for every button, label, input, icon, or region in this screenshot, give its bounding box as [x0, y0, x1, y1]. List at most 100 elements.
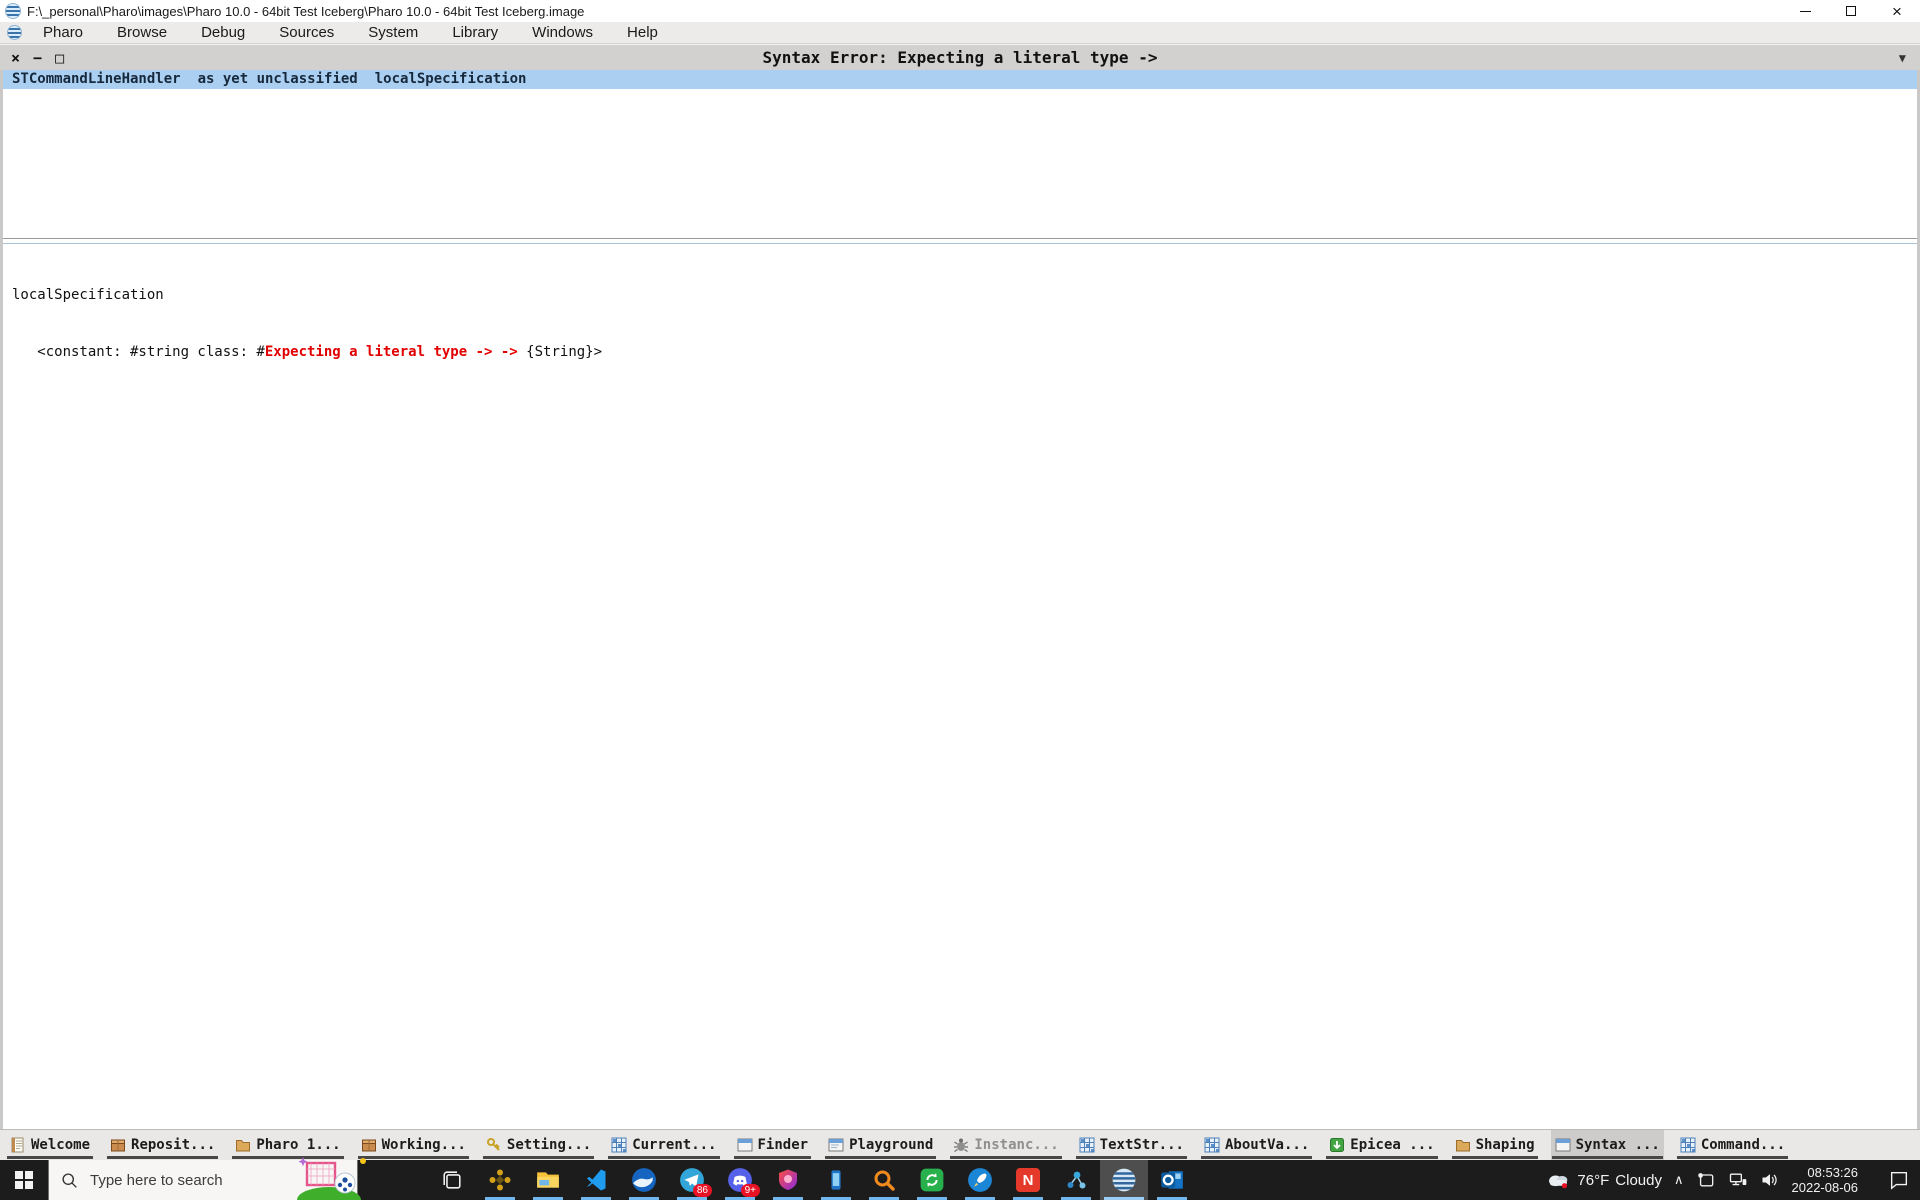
code-line-2: <constant: #string class: #Expecting a l…: [12, 344, 603, 360]
task-finder[interactable]: Finder: [733, 1130, 813, 1160]
task-aboutvalue[interactable]: AboutVa...: [1200, 1130, 1313, 1160]
menu-system[interactable]: System: [351, 24, 435, 41]
task-syntax-error[interactable]: Syntax ...: [1550, 1130, 1664, 1160]
clock-date: 2022-08-06: [1791, 1180, 1859, 1195]
taskbar-file-explorer-button[interactable]: [524, 1160, 572, 1200]
table-icon: [1079, 1137, 1095, 1153]
start-button[interactable]: [0, 1160, 48, 1200]
taskbar-discord-button[interactable]: 9+: [716, 1160, 764, 1200]
taskbar-vscode-button[interactable]: [572, 1160, 620, 1200]
taskbar-controller-button[interactable]: [476, 1160, 524, 1200]
restore-button[interactable]: [1828, 0, 1874, 22]
screen: F:\_personal\Pharo\images\Pharo 10.0 - 6…: [0, 0, 1920, 1200]
window-close-icon[interactable]: ×: [11, 49, 20, 67]
close-button[interactable]: ×: [1874, 0, 1920, 22]
syntax-error-text: Expecting a literal type -> ->: [264, 344, 518, 360]
minimize-icon: [1799, 10, 1811, 12]
window-collapse-icon[interactable]: −: [33, 49, 42, 67]
taskbar-pdf-button[interactable]: N: [1004, 1160, 1052, 1200]
bug-icon: [954, 1138, 969, 1152]
search-input[interactable]: [88, 1170, 292, 1190]
window-icon: [737, 1138, 752, 1152]
epicea-icon: [1330, 1138, 1345, 1152]
weather-temp: 76°F: [1577, 1171, 1610, 1189]
taskbar-your-phone-button[interactable]: [812, 1160, 860, 1200]
error-window-titlebar[interactable]: × − □ Syntax Error: Expecting a literal …: [0, 44, 1920, 70]
taskbar-rocket-button[interactable]: [956, 1160, 1004, 1200]
file-explorer-icon: [537, 1172, 559, 1188]
task-shaping[interactable]: Shaping: [1451, 1130, 1539, 1160]
shield-icon: [779, 1169, 797, 1190]
task-current[interactable]: Current...: [607, 1130, 720, 1160]
windows-logo-icon: [15, 1171, 33, 1189]
pharo-app-icon: [5, 3, 21, 19]
taskbar-search-tool-button[interactable]: [860, 1160, 908, 1200]
taskbar-molecule-button[interactable]: [1052, 1160, 1100, 1200]
taskbar-shield-button[interactable]: [764, 1160, 812, 1200]
menu-help[interactable]: Help: [610, 24, 675, 41]
discord-badge: 9+: [740, 1184, 760, 1197]
tray-snip-icon[interactable]: [1696, 1170, 1716, 1190]
tray-network-icon[interactable]: [1728, 1170, 1748, 1190]
window-icon: [828, 1138, 844, 1152]
task-view-icon: [443, 1171, 461, 1189]
window-menu-icon[interactable]: ▼: [1899, 51, 1906, 65]
window-title: F:\_personal\Pharo\images\Pharo 10.0 - 6…: [27, 3, 585, 19]
window-titlebar[interactable]: F:\_personal\Pharo\images\Pharo 10.0 - 6…: [0, 0, 1920, 22]
task-welcome[interactable]: Welcome: [6, 1130, 94, 1160]
restore-icon: [1846, 3, 1859, 16]
taskbar-pharo-button[interactable]: [1100, 1160, 1148, 1200]
taskbar-blue-globe-button[interactable]: [620, 1160, 668, 1200]
menu-debug[interactable]: Debug: [184, 24, 262, 41]
pharo-menubar: Pharo Browse Debug Sources System Librar…: [0, 22, 1920, 44]
table-icon: [1680, 1137, 1696, 1153]
menu-browse[interactable]: Browse: [100, 24, 184, 41]
minimize-button[interactable]: [1782, 0, 1828, 22]
outlook-icon: [1161, 1171, 1183, 1189]
folder-icon: [1455, 1140, 1470, 1152]
code-line-1: localSpecification: [12, 287, 164, 303]
taskbar-outlook-button[interactable]: [1148, 1160, 1196, 1200]
task-playground[interactable]: Playground: [824, 1130, 937, 1160]
task-epicea[interactable]: Epicea ...: [1325, 1130, 1438, 1160]
taskbar-sync-button[interactable]: [908, 1160, 956, 1200]
taskbar-telegram-button[interactable]: 86: [668, 1160, 716, 1200]
task-settings[interactable]: Setting...: [482, 1130, 595, 1160]
telegram-badge: 86: [692, 1184, 712, 1197]
phone-icon: [831, 1170, 841, 1190]
table-icon: [611, 1137, 627, 1153]
pdf-icon: N: [1016, 1168, 1040, 1192]
tray-volume-icon[interactable]: [1760, 1170, 1780, 1190]
task-repository[interactable]: Reposit...: [106, 1130, 219, 1160]
code-editor[interactable]: localSpecification <constant: #string cl…: [3, 244, 1917, 1129]
task-working[interactable]: Working...: [357, 1130, 470, 1160]
tray-chevron-up-icon[interactable]: ∧: [1674, 1172, 1684, 1188]
menu-windows[interactable]: Windows: [515, 24, 610, 41]
taskbar-clock[interactable]: 08:53:26 2022-08-06: [1792, 1165, 1859, 1195]
task-instance[interactable]: Instanc...: [949, 1130, 1062, 1160]
keys-icon: [486, 1138, 500, 1151]
error-window-title: Syntax Error: Expecting a literal type -…: [762, 48, 1158, 67]
taskbar-search[interactable]: [48, 1160, 358, 1200]
task-pharo-folder[interactable]: Pharo 1...: [231, 1130, 344, 1160]
blue-globe-icon: [632, 1168, 656, 1192]
sync-icon: [920, 1168, 944, 1192]
selected-method-row[interactable]: STCommandLineHandler as yet unclassified…: [3, 70, 1917, 89]
method-list-pane[interactable]: STCommandLineHandler as yet unclassified…: [3, 70, 1917, 238]
task-command[interactable]: Command...: [1676, 1130, 1789, 1160]
task-view-button[interactable]: [428, 1160, 476, 1200]
method-name: localSpecification: [374, 71, 527, 87]
class-name: STCommandLineHandler: [12, 71, 181, 87]
menu-library[interactable]: Library: [435, 24, 515, 41]
package-icon: [361, 1139, 376, 1152]
taskbar-app-icons: 86 9+ N: [428, 1160, 1196, 1200]
task-textstream[interactable]: TextStr...: [1075, 1130, 1188, 1160]
menu-sources[interactable]: Sources: [262, 24, 351, 41]
search-icon: [62, 1172, 77, 1188]
notification-center-icon[interactable]: [1888, 1169, 1910, 1191]
pharo-menu-icon: [7, 25, 22, 40]
weather-widget[interactable]: 76°F Cloudy: [1545, 1168, 1662, 1192]
window-expand-icon[interactable]: □: [55, 49, 64, 67]
menu-pharo[interactable]: Pharo: [26, 24, 100, 41]
system-tray: 76°F Cloudy ∧ 08:53:26 2022-08-06: [1545, 1165, 1920, 1195]
